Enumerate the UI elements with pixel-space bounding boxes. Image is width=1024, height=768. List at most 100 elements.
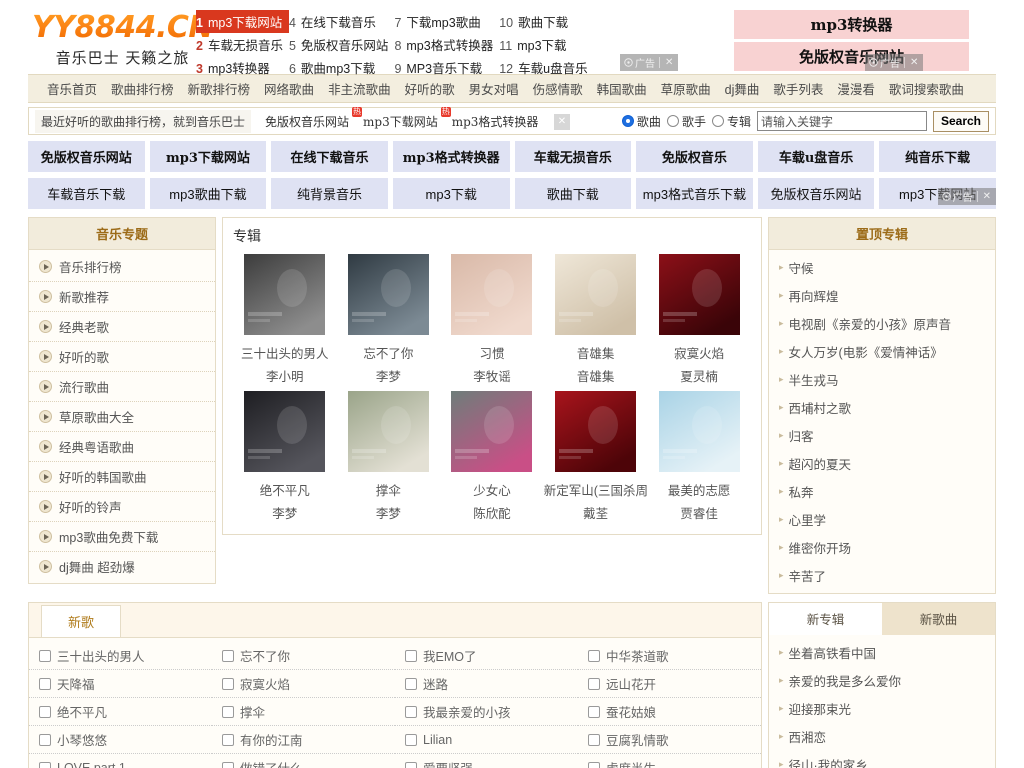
album-cover-image[interactable] (451, 391, 533, 472)
nav-item-3[interactable]: 网络歌曲 (257, 83, 321, 97)
song-checkbox-row[interactable]: 豆腐乳情歌 (578, 726, 761, 754)
nav-item-8[interactable]: 韩国歌曲 (590, 83, 654, 97)
tag-link-9[interactable]: mp3歌曲下载 (149, 178, 267, 209)
sidebar-item-5[interactable]: 草原歌曲大全 (29, 402, 215, 432)
hot-keyword-4[interactable]: 4 在线下载音乐 (289, 10, 394, 33)
tab-new-tracks[interactable]: 新歌曲 (882, 603, 995, 635)
nav-item-5[interactable]: 好听的歌 (398, 83, 462, 97)
song-checkbox[interactable] (588, 761, 600, 768)
tag-link-8[interactable]: 车载音乐下载 (28, 178, 145, 209)
pinned-album-item-8[interactable]: ▸ 私奔 (769, 477, 995, 505)
nav-item-1[interactable]: 歌曲排行榜 (104, 83, 181, 97)
pinned-album-item-0[interactable]: ▸ 守候 (769, 253, 995, 281)
nav-item-6[interactable]: 男女对唱 (462, 83, 526, 97)
album-card[interactable]: 撑伞 李梦 (337, 391, 441, 522)
song-checkbox[interactable] (405, 733, 417, 746)
nav-item-0[interactable]: 音乐首页 (40, 83, 104, 97)
song-checkbox[interactable] (588, 677, 600, 690)
ad-banner-mp3-converter[interactable]: mp3转换器 (734, 10, 969, 39)
pinned-album-item-5[interactable]: ▸ 西埔村之歌 (769, 393, 995, 421)
sidebar-item-10[interactable]: dj舞曲 超劲爆 (29, 552, 215, 581)
song-checkbox[interactable] (39, 761, 51, 768)
song-checkbox[interactable] (39, 705, 51, 718)
hot-keyword-9[interactable]: 9 MP3音乐下载 (394, 56, 499, 79)
song-checkbox[interactable] (405, 761, 417, 768)
search-keyword-link-2[interactable]: mp3格式转换器 (452, 113, 539, 130)
album-cover-image[interactable] (347, 254, 429, 335)
song-checkbox-row[interactable]: 中华茶道歌 (578, 642, 761, 670)
pinned-album-item-6[interactable]: ▸ 归客 (769, 421, 995, 449)
nav-item-10[interactable]: dj舞曲 (718, 83, 767, 97)
sidebar-item-9[interactable]: mp3歌曲免费下载 (29, 522, 215, 552)
song-checkbox-row[interactable]: 迷路 (395, 670, 578, 698)
ad-info-icon[interactable]: 广告 (938, 189, 977, 204)
nav-item-2[interactable]: 新歌排行榜 (181, 83, 258, 97)
song-checkbox-row[interactable]: Lilian (395, 726, 578, 754)
ad-info-icon[interactable]: 广告 (620, 55, 659, 70)
pinned-album-item-10[interactable]: ▸ 维密你开场 (769, 533, 995, 561)
tag-link-14[interactable]: 免版权音乐网站 (757, 178, 875, 209)
album-card[interactable]: 寂寞火焰 夏灵楠 (647, 254, 751, 385)
album-cover-image[interactable] (451, 254, 533, 335)
nav-item-11[interactable]: 歌手列表 (766, 83, 830, 97)
song-checkbox[interactable] (222, 705, 234, 718)
album-card[interactable]: 音雄集 音雄集 (544, 254, 648, 385)
tab-new-albums[interactable]: 新专辑 (769, 603, 882, 635)
pinned-album-item-11[interactable]: ▸ 辛苦了 (769, 561, 995, 589)
album-card[interactable]: 少女心 陈欣酡 (440, 391, 544, 522)
pinned-album-item-2[interactable]: ▸ 电视剧《亲爱的小孩》原声音 (769, 309, 995, 337)
sidebar-item-8[interactable]: 好听的铃声 (29, 492, 215, 522)
song-checkbox-row[interactable]: 撑伞 (212, 698, 395, 726)
radio-option-song[interactable]: 歌曲 (621, 113, 661, 130)
sidebar-item-2[interactable]: 经典老歌 (29, 312, 215, 342)
song-checkbox[interactable] (222, 677, 234, 690)
album-cover-image[interactable] (658, 391, 740, 472)
sidebar-item-3[interactable]: 好听的歌 (29, 342, 215, 372)
album-cover-image[interactable] (244, 391, 326, 472)
album-card[interactable]: 最美的志愿 贾睿佳 (647, 391, 751, 522)
song-checkbox-row[interactable]: LOVE part.1 (29, 754, 212, 768)
nav-item-7[interactable]: 伤感情歌 (526, 83, 590, 97)
hot-keyword-12[interactable]: 12 车载u盘音乐 (499, 56, 593, 79)
sidebar-item-4[interactable]: 流行歌曲 (29, 372, 215, 402)
pinned-album-item-1[interactable]: ▸ 再向辉煌 (769, 281, 995, 309)
album-card[interactable]: 习惯 李牧谣 (440, 254, 544, 385)
close-icon[interactable]: ✕ (904, 57, 923, 68)
radio-option-album[interactable]: 专辑 (711, 113, 751, 130)
nav-item-13[interactable]: 歌词搜索歌曲 (882, 83, 971, 97)
song-checkbox-row[interactable]: 有你的江南 (212, 726, 395, 754)
song-checkbox-row[interactable]: 寂寞火焰 (212, 670, 395, 698)
song-checkbox-row[interactable]: 虚度半生 (578, 754, 761, 768)
song-checkbox[interactable] (405, 677, 417, 690)
radio-button[interactable] (711, 115, 724, 127)
song-checkbox[interactable] (39, 733, 51, 746)
search-keyword-link-1[interactable]: mp3下载网站 热 (363, 106, 451, 130)
album-cover-image[interactable] (658, 254, 740, 335)
tag-link-0[interactable]: 免版权音乐网站 (28, 141, 145, 172)
sidebar-item-1[interactable]: 新歌推荐 (29, 282, 215, 312)
song-checkbox[interactable] (588, 733, 600, 746)
song-checkbox[interactable] (222, 761, 234, 768)
close-icon[interactable]: ✕ (554, 114, 570, 130)
hot-keyword-7[interactable]: 7 下载mp3歌曲 (394, 10, 499, 33)
sidebar-item-0[interactable]: 音乐排行榜 (29, 252, 215, 282)
sidebar-item-7[interactable]: 好听的韩国歌曲 (29, 462, 215, 492)
hot-keyword-10[interactable]: 10 歌曲下载 (499, 10, 593, 33)
hot-keyword-8[interactable]: 8 mp3格式转换器 (394, 33, 499, 56)
song-checkbox-row[interactable]: 小琴悠悠 (29, 726, 212, 754)
song-checkbox-row[interactable]: 天降福 (29, 670, 212, 698)
album-card[interactable]: 忘不了你 李梦 (337, 254, 441, 385)
search-button[interactable]: Search (932, 110, 989, 132)
album-cover-image[interactable] (244, 254, 326, 335)
search-keyword-link-0[interactable]: 免版权音乐网站 热 (265, 106, 363, 130)
radio-option-artist[interactable]: 歌手 (666, 113, 706, 130)
album-cover-image[interactable] (555, 254, 637, 335)
song-checkbox[interactable] (222, 649, 234, 662)
tag-link-11[interactable]: mp3下载 (392, 178, 510, 209)
song-checkbox[interactable] (39, 677, 51, 690)
nav-item-4[interactable]: 非主流歌曲 (321, 83, 398, 97)
hot-keyword-5[interactable]: 5 免版权音乐网站 (289, 33, 394, 56)
album-cover-image[interactable] (555, 391, 637, 472)
close-icon[interactable]: ✕ (659, 57, 678, 68)
song-checkbox-row[interactable]: 蚕花姑娘 (578, 698, 761, 726)
